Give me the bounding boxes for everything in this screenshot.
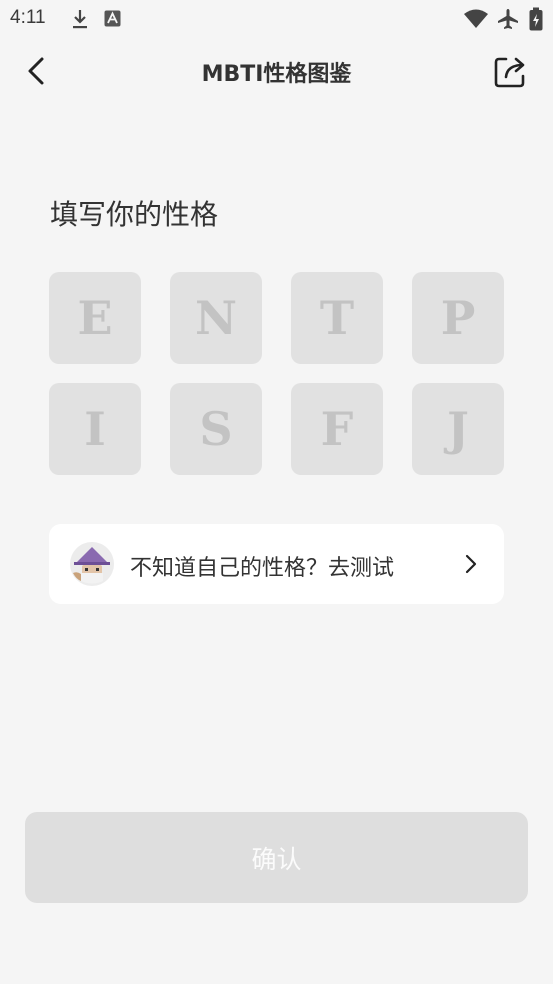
- letter-tile-t[interactable]: T: [291, 272, 383, 364]
- letter-tile-j[interactable]: J: [412, 383, 504, 475]
- wizard-avatar-icon: [70, 542, 114, 586]
- letter-tile-i[interactable]: I: [49, 383, 141, 475]
- download-icon: [73, 10, 87, 29]
- letter-tile-e[interactable]: E: [49, 272, 141, 364]
- mbti-letter-grid: E N T P I S F J: [49, 272, 504, 475]
- confirm-button[interactable]: 确认: [25, 812, 528, 903]
- battery-icon: [529, 7, 543, 31]
- take-test-text: 不知道自己的性格？去测试: [130, 556, 395, 581]
- airplane-icon: [498, 9, 518, 29]
- letter-tile-s[interactable]: S: [170, 383, 262, 475]
- page-title: MBTI性格图鉴: [201, 62, 352, 87]
- chevron-right-icon: [465, 554, 477, 574]
- letter-tile-n[interactable]: N: [170, 272, 262, 364]
- letter-tile-p[interactable]: P: [412, 272, 504, 364]
- app-header: MBTI性格图鉴: [0, 40, 553, 102]
- status-time: 4:11: [10, 7, 46, 28]
- status-bar: 4:11: [0, 0, 553, 38]
- a-badge-icon: [104, 10, 121, 27]
- section-title: 填写你的性格: [50, 198, 219, 231]
- take-test-card[interactable]: 不知道自己的性格？去测试: [49, 524, 504, 604]
- share-icon[interactable]: [492, 54, 528, 90]
- letter-tile-f[interactable]: F: [291, 383, 383, 475]
- wifi-icon: [464, 9, 488, 28]
